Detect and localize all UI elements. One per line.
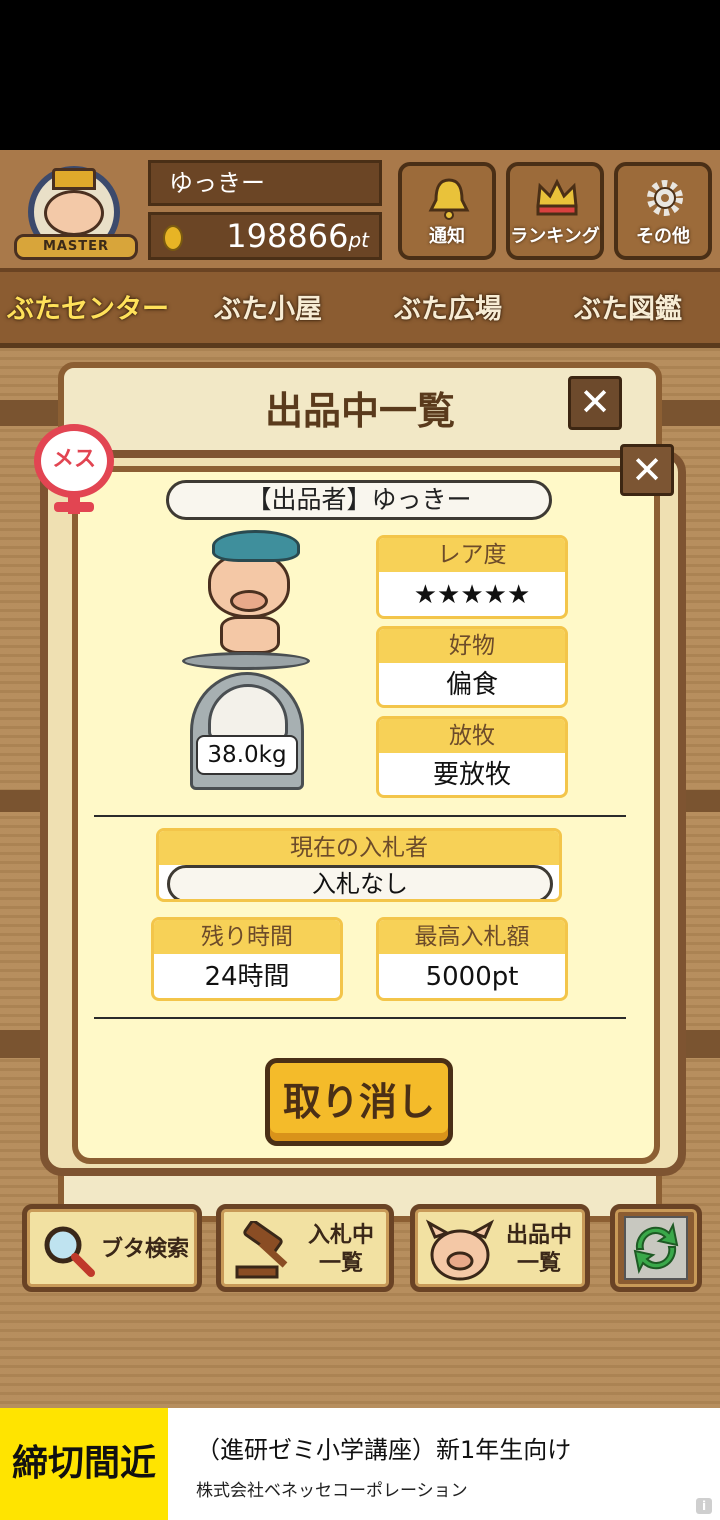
female-symbol-bar [54,502,94,512]
bidding-list-button[interactable]: 入札中 一覧 [216,1204,394,1292]
bidder-value: 入札なし [167,865,553,899]
highest-bid-box: 最高入札額 5000pt [376,917,568,1001]
divider [94,815,626,817]
pig-avatar-icon [44,190,104,236]
weight-display: 38.0kg [196,735,298,775]
bidder-label: 現在の入札者 [159,831,559,865]
refresh-icon [624,1216,688,1280]
rarity-stars: ★★★★★ [413,580,531,610]
divider [94,1017,626,1019]
remaining-time-box: 残り時間 24時間 [151,917,343,1001]
highest-bid-label: 最高入札額 [379,920,565,954]
gavel-icon [235,1221,288,1279]
points-unit: pt [348,228,369,252]
modal-close-button[interactable]: ✕ [620,444,674,496]
remaining-time-label: 残り時間 [154,920,340,954]
pig-snout [230,590,268,612]
pig-face-icon [425,1219,495,1281]
gender-label: メス [34,424,114,498]
female-icon: メス [32,424,116,518]
crown-icon [536,178,578,216]
tab-buta-zukan[interactable]: ぶた図鑑 [544,282,712,338]
rank-avatar[interactable]: MASTER [14,158,138,266]
pig-search-button[interactable]: ブタ検索 [22,1204,202,1292]
beret-icon [212,530,300,562]
ad-banner[interactable]: 締切間近 （進研ゼミ小学講座）新1年生向け 株式会社ベネッセコーポレーション [0,1408,720,1520]
points-value: 198866 [226,217,349,255]
cancel-listing-button[interactable]: 取り消し [265,1058,453,1146]
pig-search-label: ブタ検索 [100,1237,189,1262]
bidding-list-label-1: 入札中 [307,1223,374,1248]
grazing-value: 要放牧 [432,760,511,790]
rarity-label: レア度 [379,538,565,572]
ad-advertiser: 株式会社ベネッセコーポレーション [196,1481,468,1501]
listing-list-label-1: 出品中 [505,1223,572,1248]
favorite-label: 好物 [379,629,565,663]
refresh-button[interactable] [610,1204,702,1292]
tab-buta-koya[interactable]: ぶた小屋 [184,282,352,338]
tab-buta-center[interactable]: ぶたセンター [4,282,172,338]
highest-bid-value: 5000pt [425,962,519,992]
crown-icon [52,168,96,190]
rank-badge: MASTER [14,234,138,260]
grazing-label: 放牧 [379,719,565,753]
other-button[interactable]: その他 [614,162,712,260]
listing-panel-close-button[interactable]: ✕ [568,376,622,430]
points-display: 198866pt [148,212,382,260]
ranking-label: ランキング [510,226,600,247]
bell-icon [428,178,470,220]
magnifier-icon [44,1226,95,1277]
notification-button[interactable]: 通知 [398,162,496,260]
other-label: その他 [636,226,690,247]
current-bidder-box: 現在の入札者 入札なし [156,828,562,902]
scale-plate [182,652,310,670]
favorite-value: 偏食 [445,670,498,700]
listing-list-button[interactable]: 出品中 一覧 [410,1204,590,1292]
status-area [0,0,720,150]
pig-body [220,616,280,654]
favorite-box: 好物 偏食 [376,626,568,708]
tab-buta-hiroba[interactable]: ぶた広場 [364,282,532,338]
grazing-box: 放牧 要放牧 [376,716,568,798]
rarity-box: レア度 ★★★★★ [376,535,568,619]
ad-info-icon[interactable]: i [696,1498,712,1514]
remaining-time-value: 24時間 [204,962,290,992]
ranking-button[interactable]: ランキング [506,162,604,260]
bidding-list-label-2: 一覧 [318,1251,363,1276]
listing-list-label-2: 一覧 [516,1251,561,1276]
user-name: ゆっきー [148,160,382,206]
ad-title: （進研ゼミ小学講座）新1年生向け [196,1436,572,1464]
notification-label: 通知 [429,226,465,247]
ad-tag: 締切間近 [0,1408,168,1520]
coin-icon [163,225,183,251]
gear-icon [647,180,683,216]
